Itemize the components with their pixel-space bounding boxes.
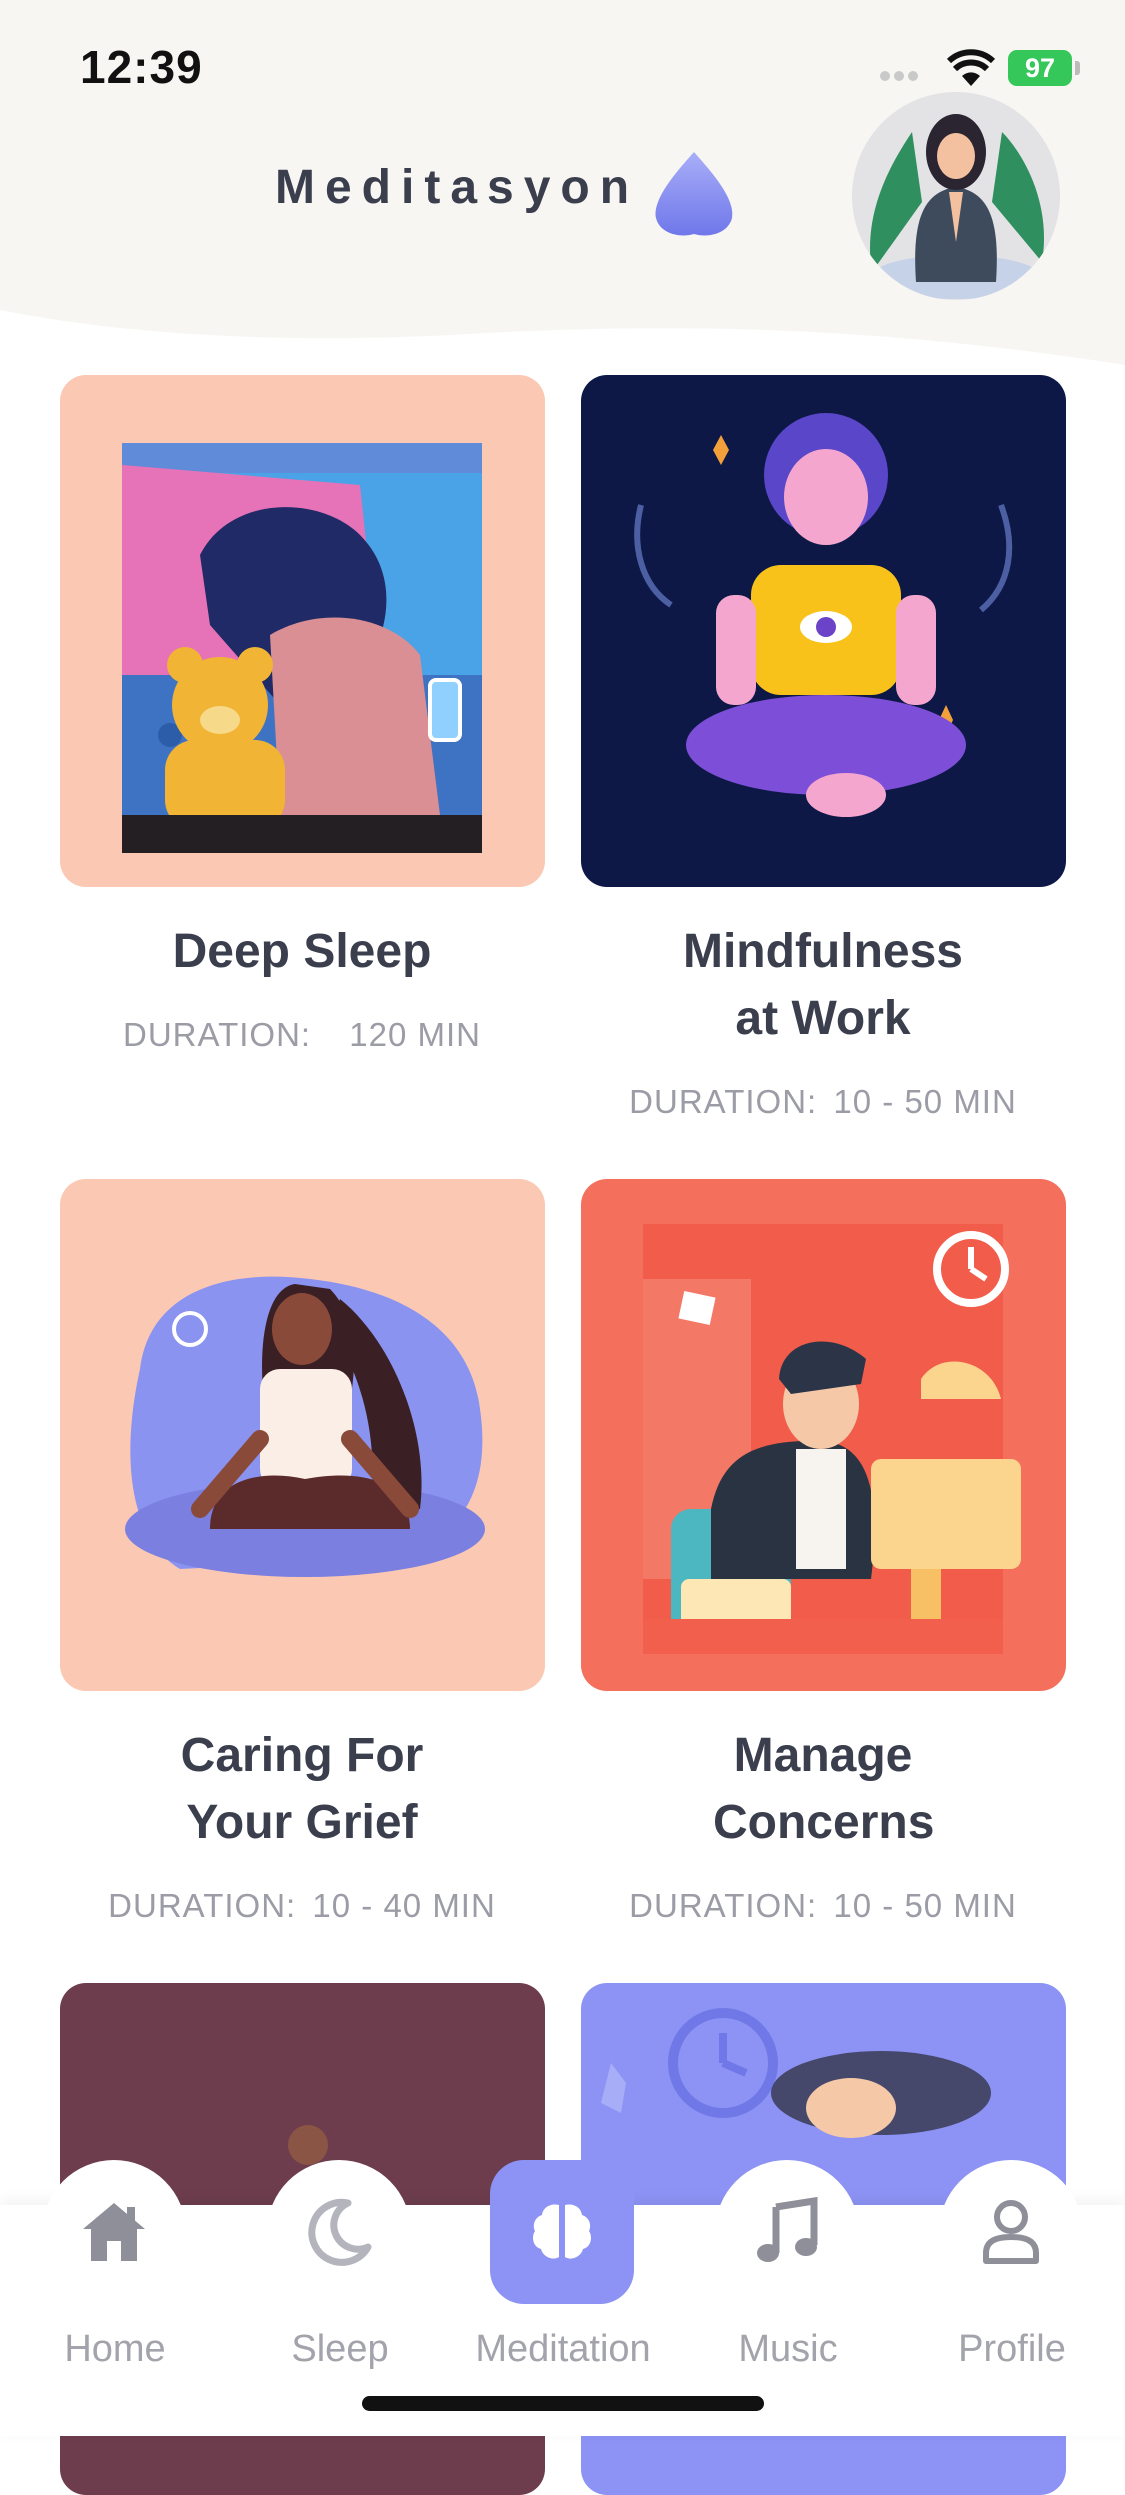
duration-value: 10 - 50 MIN bbox=[833, 1083, 1017, 1120]
card-title: Deep Sleep bbox=[172, 925, 432, 978]
tab-label: Profile bbox=[958, 2328, 1066, 2370]
tab-home[interactable]: Home bbox=[15, 2160, 186, 2410]
duration-value: 120 MIN bbox=[349, 1016, 481, 1053]
meditating-woman-illustration bbox=[870, 114, 1044, 299]
tab-label: Sleep bbox=[291, 2328, 389, 2370]
tab-meditation[interactable]: Meditation bbox=[463, 2160, 651, 2410]
meditating-person-illustration bbox=[634, 413, 1013, 817]
status-time: 12:39 bbox=[80, 41, 203, 93]
meditation-card-deep-sleep[interactable] bbox=[60, 375, 545, 887]
card-title: Mindfulness at Work bbox=[682, 925, 963, 1045]
card-duration: DURATION: 10 - 40 MIN bbox=[22, 1887, 582, 1925]
card-duration: DURATION: 120 MIN bbox=[22, 1016, 582, 1054]
duration-label: DURATION: bbox=[629, 1887, 818, 1924]
meditating-woman-illustration bbox=[125, 1276, 485, 1577]
duration-label: DURATION: bbox=[629, 1083, 818, 1120]
person-at-computer-illustration bbox=[643, 1224, 1021, 1654]
brain-icon bbox=[533, 2204, 591, 2259]
tab-label: Meditation bbox=[475, 2328, 651, 2370]
meditation-card-caring-for-your-grief[interactable] bbox=[60, 1179, 545, 1691]
cellular-signal-icon bbox=[880, 71, 918, 81]
tab-sleep[interactable]: Sleep bbox=[240, 2160, 411, 2410]
home-icon bbox=[83, 2203, 145, 2261]
tab-label: Home bbox=[64, 2328, 166, 2370]
meditation-card-manage-concerns[interactable] bbox=[581, 1179, 1066, 1691]
profile-avatar[interactable] bbox=[852, 92, 1060, 300]
duration-label: DURATION: bbox=[123, 1016, 312, 1053]
sleeping-girl-illustration bbox=[122, 443, 482, 853]
home-indicator bbox=[362, 2396, 764, 2411]
duration-value: 10 - 50 MIN bbox=[833, 1887, 1017, 1924]
page-title: Meditasyon bbox=[275, 161, 640, 214]
tab-label: Music bbox=[738, 2328, 838, 2370]
meditation-card-mindfulness-at-work[interactable] bbox=[581, 375, 1066, 887]
card-title: Manage Concerns bbox=[713, 1729, 935, 1849]
duration-label: DURATION: bbox=[108, 1887, 297, 1924]
moon-icon bbox=[308, 2198, 372, 2266]
card-title: Caring For Your Grief bbox=[180, 1729, 424, 1849]
wifi-icon bbox=[946, 49, 996, 86]
music-note-icon bbox=[757, 2197, 818, 2262]
card-duration: DURATION: 10 - 50 MIN bbox=[543, 1083, 1103, 1121]
battery-indicator: 97 bbox=[1008, 50, 1080, 86]
tab-music[interactable]: Music bbox=[688, 2160, 859, 2410]
user-icon bbox=[983, 2200, 1039, 2264]
duration-value: 10 - 40 MIN bbox=[312, 1887, 496, 1924]
tab-profile[interactable]: Profile bbox=[912, 2160, 1083, 2410]
water-drop-icon bbox=[655, 152, 733, 236]
card-duration: DURATION: 10 - 50 MIN bbox=[543, 1887, 1103, 1925]
